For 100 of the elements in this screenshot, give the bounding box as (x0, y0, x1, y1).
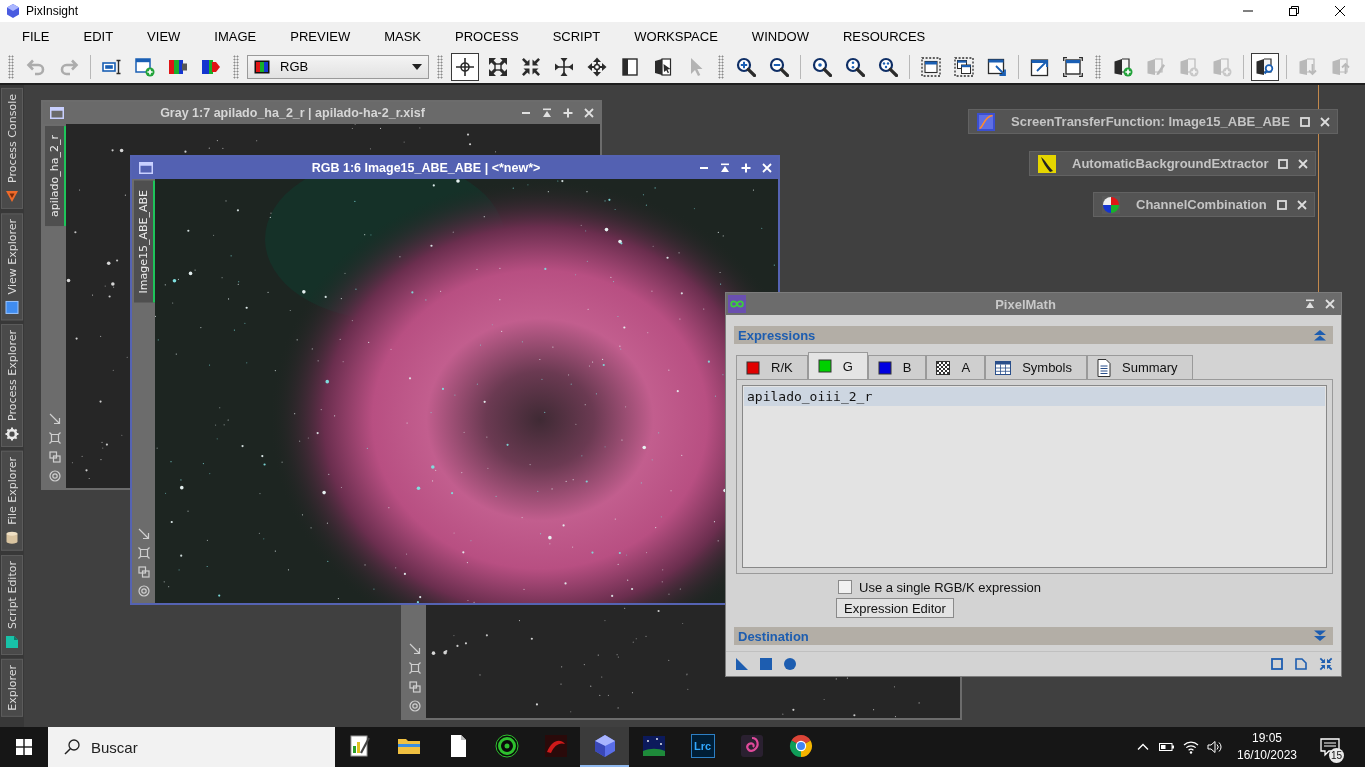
menu-item[interactable]: EDIT (66, 22, 131, 50)
explore-button[interactable] (1251, 52, 1279, 81)
double-chevron-up-icon[interactable] (1313, 329, 1327, 341)
ring-icon (494, 734, 519, 758)
dock-tab[interactable]: Explorer (1, 659, 23, 717)
document-plus-icon (1113, 56, 1133, 77)
dock-tab[interactable]: Process Console (1, 88, 23, 209)
arrows-out-icon (488, 56, 508, 77)
dock-tab[interactable]: File Explorer (1, 451, 23, 552)
toolbar-grip[interactable] (233, 54, 239, 79)
page-cursor-icon (653, 56, 673, 77)
menu-item[interactable]: IMAGE (197, 22, 274, 50)
app-icon (7, 4, 19, 18)
wifi-icon[interactable] (1183, 739, 1199, 755)
expression-editor-button[interactable]: Expression Editor (836, 598, 954, 618)
process-icon-label: ChannelCombination (1135, 197, 1267, 212)
toolbar-grip[interactable] (1095, 54, 1101, 79)
notepad-chart-icon (347, 734, 372, 758)
menu-item[interactable]: SCRIPT (535, 22, 618, 50)
clock-time: 19:05 (1252, 730, 1282, 747)
triangle-icon[interactable] (736, 658, 748, 670)
view-tab[interactable]: Image15_ABE_ABE (134, 181, 155, 303)
dock-tab[interactable]: Process Explorer (1, 324, 23, 448)
caret-icon (412, 63, 422, 70)
taskbar-app-button[interactable]: Lrc (678, 727, 727, 767)
menu-item[interactable]: MASK (367, 22, 439, 50)
overlapping-squares-icon[interactable] (408, 681, 421, 693)
shade-icon[interactable] (542, 108, 552, 118)
target-icon[interactable] (48, 470, 61, 482)
arrows-in-icon (521, 56, 541, 77)
four-arrows-icon (587, 56, 607, 77)
frame-corners-icon[interactable] (48, 432, 61, 444)
cube-icon (592, 734, 617, 758)
arrows-in-icon[interactable] (1319, 657, 1333, 671)
tab[interactable]: Symbols (985, 355, 1087, 379)
window-frame-icon (1063, 56, 1083, 77)
menu-item[interactable]: PROCESS (438, 22, 536, 50)
window-title: PixInsight (26, 4, 79, 18)
menu-item[interactable]: VIEW (130, 22, 198, 50)
overlapping-squares-icon[interactable] (137, 566, 150, 578)
menu-item[interactable]: WORKSPACE (617, 22, 735, 50)
dashed-windows-icon (954, 56, 974, 77)
plus-icon[interactable] (563, 108, 573, 118)
magnifier-minus-icon (769, 56, 789, 77)
dock-tab[interactable]: Script Editor (1, 555, 23, 655)
tab[interactable]: Summary (1087, 355, 1193, 379)
page-icon[interactable] (1295, 658, 1307, 670)
diagonal-arrow-icon[interactable] (137, 528, 150, 540)
channel-dropdown[interactable]: RGB (247, 54, 429, 79)
magnifier-dots-icon (878, 56, 898, 77)
checkbox[interactable] (838, 580, 852, 594)
page-icon (620, 56, 640, 77)
window-arrow-up-icon (1030, 56, 1050, 77)
double-chevron-down-icon[interactable] (1313, 630, 1327, 642)
triangle-icon (5, 188, 19, 203)
frame-corners-icon[interactable] (137, 547, 150, 559)
restore-icon[interactable] (1289, 6, 1299, 16)
document-pencil-icon (1146, 56, 1166, 77)
diagonal-arrow-icon[interactable] (48, 413, 61, 425)
magnifier-dot-icon (812, 56, 832, 77)
notification-icon[interactable] (1320, 737, 1340, 757)
view-tab[interactable]: apilado_ha_2_r (45, 126, 66, 227)
toolbar-grip[interactable] (8, 54, 14, 79)
menu-item[interactable]: FILE (5, 22, 67, 50)
color-bars-icon (254, 59, 270, 74)
swoosh-icon (543, 734, 568, 758)
toolbar-grip[interactable] (437, 54, 443, 79)
four-panes-icon[interactable] (16, 739, 32, 755)
tab[interactable]: G (807, 352, 868, 379)
circle-icon[interactable] (784, 658, 796, 670)
shade-icon[interactable] (720, 163, 730, 173)
target-icon[interactable] (137, 585, 150, 597)
target-icon[interactable] (408, 700, 421, 712)
window-icon[interactable] (139, 162, 153, 174)
overlapping-squares-icon[interactable] (48, 451, 61, 463)
menu-item[interactable]: PREVIEW (273, 22, 368, 50)
tab[interactable]: R/K (736, 355, 808, 379)
diagonal-arrow-icon[interactable] (408, 643, 421, 655)
window-icon[interactable] (50, 107, 64, 119)
search-field[interactable]: Buscar (48, 727, 335, 767)
toolbar-grip[interactable] (718, 54, 724, 79)
plus-icon[interactable] (741, 163, 751, 173)
dock-tab[interactable]: View Explorer (1, 212, 23, 321)
tab[interactable]: A (926, 355, 986, 379)
document-arrow-down-icon (1298, 56, 1318, 77)
checker-icon (936, 360, 951, 375)
tab[interactable]: B (867, 355, 927, 379)
cylinder-icon (5, 531, 19, 546)
expression-field[interactable]: apilado_oiii_2_r (742, 385, 1327, 568)
magnifier-plus-icon (736, 56, 756, 77)
speaker-icon[interactable] (1207, 739, 1223, 755)
frame-corners-icon[interactable] (408, 662, 421, 674)
shade-icon[interactable] (1305, 299, 1315, 309)
menu-item[interactable]: RESOURCES (825, 22, 943, 50)
color-wheel-icon (1102, 195, 1120, 214)
square-outline-icon[interactable] (1271, 658, 1283, 670)
menu-item[interactable]: WINDOW (734, 22, 826, 50)
readout-button[interactable] (451, 52, 479, 81)
close-icon[interactable] (1335, 6, 1345, 16)
swirl-icon (739, 734, 764, 758)
